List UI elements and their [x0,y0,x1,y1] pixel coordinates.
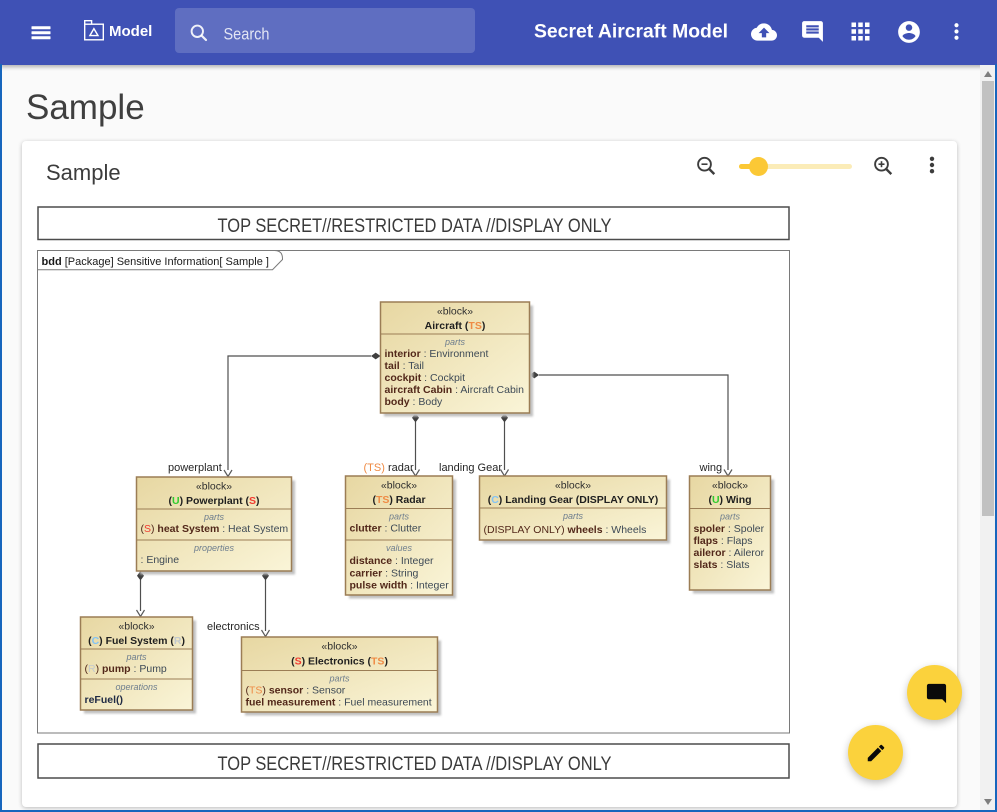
svg-text:(R) pump : Pump: (R) pump : Pump [84,663,166,675]
svg-text:interior : Environment: interior : Environment [384,348,488,360]
svg-text:cockpit : Cockpit: cockpit : Cockpit [384,372,465,384]
svg-text:(DISPLAY ONLY) wheels : Wheel: (DISPLAY ONLY) wheels : Wheels [483,524,646,536]
svg-text:(TS) sensor : Sensor: (TS) sensor : Sensor [245,685,345,697]
svg-text:flaps : Flaps: flaps : Flaps [693,535,752,547]
svg-text:reFuel(): reFuel() [84,694,123,706]
svg-text:properties: properties [192,543,234,553]
svg-text:(TS) radar: (TS) radar [363,462,413,474]
svg-text:operations: operations [115,682,158,692]
svg-text:aircraft Cabin : Aircraft Cabi: aircraft Cabin : Aircraft Cabin [384,384,524,396]
svg-text:parts: parts [443,337,465,347]
svg-text:(C) Landing Gear (DISPLAY ONLY: (C) Landing Gear (DISPLAY ONLY) [487,494,658,506]
svg-text:«block»: «block» [554,480,590,492]
svg-text:parts: parts [718,512,740,522]
svg-text:«block»: «block» [380,480,416,492]
svg-text:«block»: «block» [195,481,231,493]
svg-text:parts: parts [561,511,583,521]
svg-text:(TS) Radar: (TS) Radar [372,494,425,506]
svg-text:(S) Electronics (TS): (S) Electronics (TS) [291,656,388,668]
svg-text:parts: parts [328,674,350,684]
svg-text:parts: parts [125,652,147,662]
svg-text:«block»: «block» [436,306,472,318]
svg-text:fuel measurement : Fuel meas: fuel measurement : Fuel measurement [245,697,431,709]
svg-text:powerplant: powerplant [168,462,222,474]
svg-text:«block»: «block» [118,621,154,633]
svg-text:(U) Powerplant (S): (U) Powerplant (S) [168,495,259,507]
svg-text:parts: parts [387,512,409,522]
svg-text:distance : Integer: distance : Integer [349,555,434,567]
svg-text:bdd [Package] Sensitive Inform: bdd [Package] Sensitive Information[ Sam… [41,256,268,268]
svg-text:aileror : Aileror: aileror : Aileror [693,547,764,559]
svg-text:Sample: Sample [46,160,121,185]
svg-text:electronics: electronics [207,621,260,633]
svg-text:slats : Slats: slats : Slats [693,559,749,571]
svg-text:(C) Fuel System (R): (C) Fuel System (R) [88,635,185,647]
svg-text:Aircraft (TS): Aircraft (TS) [424,320,485,332]
svg-text:TOP SECRET//RESTRICTED DATA //: TOP SECRET//RESTRICTED DATA //DISPLAY ON… [217,754,611,775]
svg-text:wing: wing [698,462,722,474]
svg-text:carrier : String: carrier : String [349,567,418,579]
svg-text:pulse width : Integer: pulse width : Integer [349,580,449,592]
svg-text:«block»: «block» [711,480,747,492]
svg-text:landing Gear: landing Gear [439,462,502,474]
svg-text:TOP SECRET//RESTRICTED DATA //: TOP SECRET//RESTRICTED DATA //DISPLAY ON… [217,216,611,237]
svg-text:body : Body: body : Body [384,396,443,408]
svg-text:«block»: «block» [321,641,357,653]
svg-text:(U) Wing: (U) Wing [708,494,751,506]
svg-text:(S) heat System : Heat System: (S) heat System : Heat System [140,523,288,535]
svg-text:parts: parts [202,512,224,522]
svg-text:tail : Tail: tail : Tail [384,360,424,372]
svg-text:: Engine: : Engine [140,554,179,566]
svg-text:spoler : Spoler: spoler : Spoler [693,523,764,535]
svg-text:Secret Aircraft Model: Secret Aircraft Model [534,22,728,43]
svg-text:clutter : Clutter: clutter : Clutter [349,523,421,535]
svg-text:Search: Search [224,25,270,43]
svg-text:values: values [385,543,412,553]
